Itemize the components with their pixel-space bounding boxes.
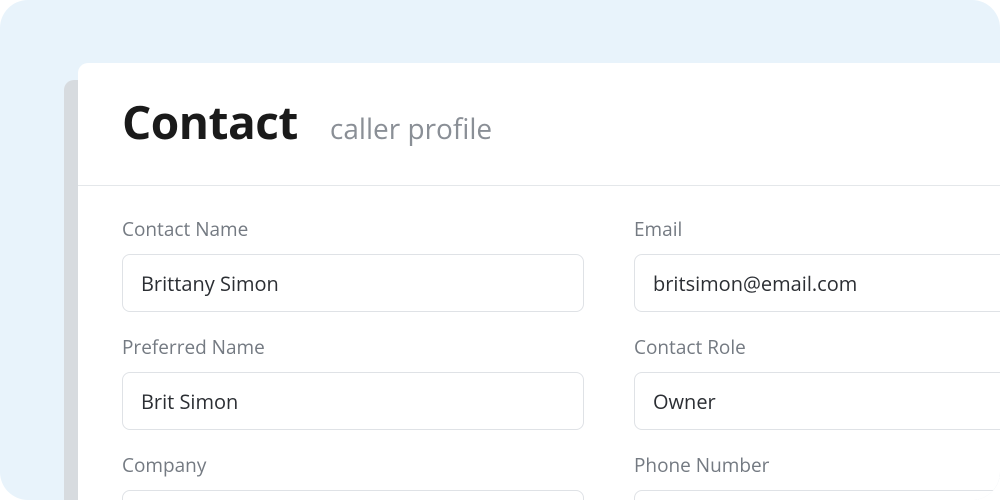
field-preferred-name: Preferred Name (122, 334, 584, 430)
input-contact-name[interactable] (122, 254, 584, 312)
card-body: Contact Name Email Preferred Name Contac… (78, 186, 1000, 500)
contact-card: Contact caller profile Contact Name Emai… (78, 63, 1000, 500)
label-email: Email (634, 216, 1000, 242)
label-preferred-name: Preferred Name (122, 334, 584, 360)
input-preferred-name[interactable] (122, 372, 584, 430)
card-header: Contact caller profile (78, 63, 1000, 186)
card-subtitle: caller profile (330, 110, 492, 148)
label-contact-role: Contact Role (634, 334, 1000, 360)
form-grid: Contact Name Email Preferred Name Contac… (122, 216, 1000, 500)
label-company: Company (122, 452, 584, 478)
input-contact-role[interactable] (634, 372, 1000, 430)
field-company: Company (122, 452, 584, 500)
field-contact-name: Contact Name (122, 216, 584, 312)
label-phone-number: Phone Number (634, 452, 1000, 478)
field-email: Email (634, 216, 1000, 312)
input-email[interactable] (634, 254, 1000, 312)
page-background: Contact caller profile Contact Name Emai… (0, 0, 1000, 500)
field-contact-role: Contact Role (634, 334, 1000, 430)
label-contact-name: Contact Name (122, 216, 584, 242)
input-phone-number[interactable] (634, 490, 1000, 500)
card-title: Contact (122, 91, 298, 153)
field-phone-number: Phone Number (634, 452, 1000, 500)
input-company[interactable] (122, 490, 584, 500)
